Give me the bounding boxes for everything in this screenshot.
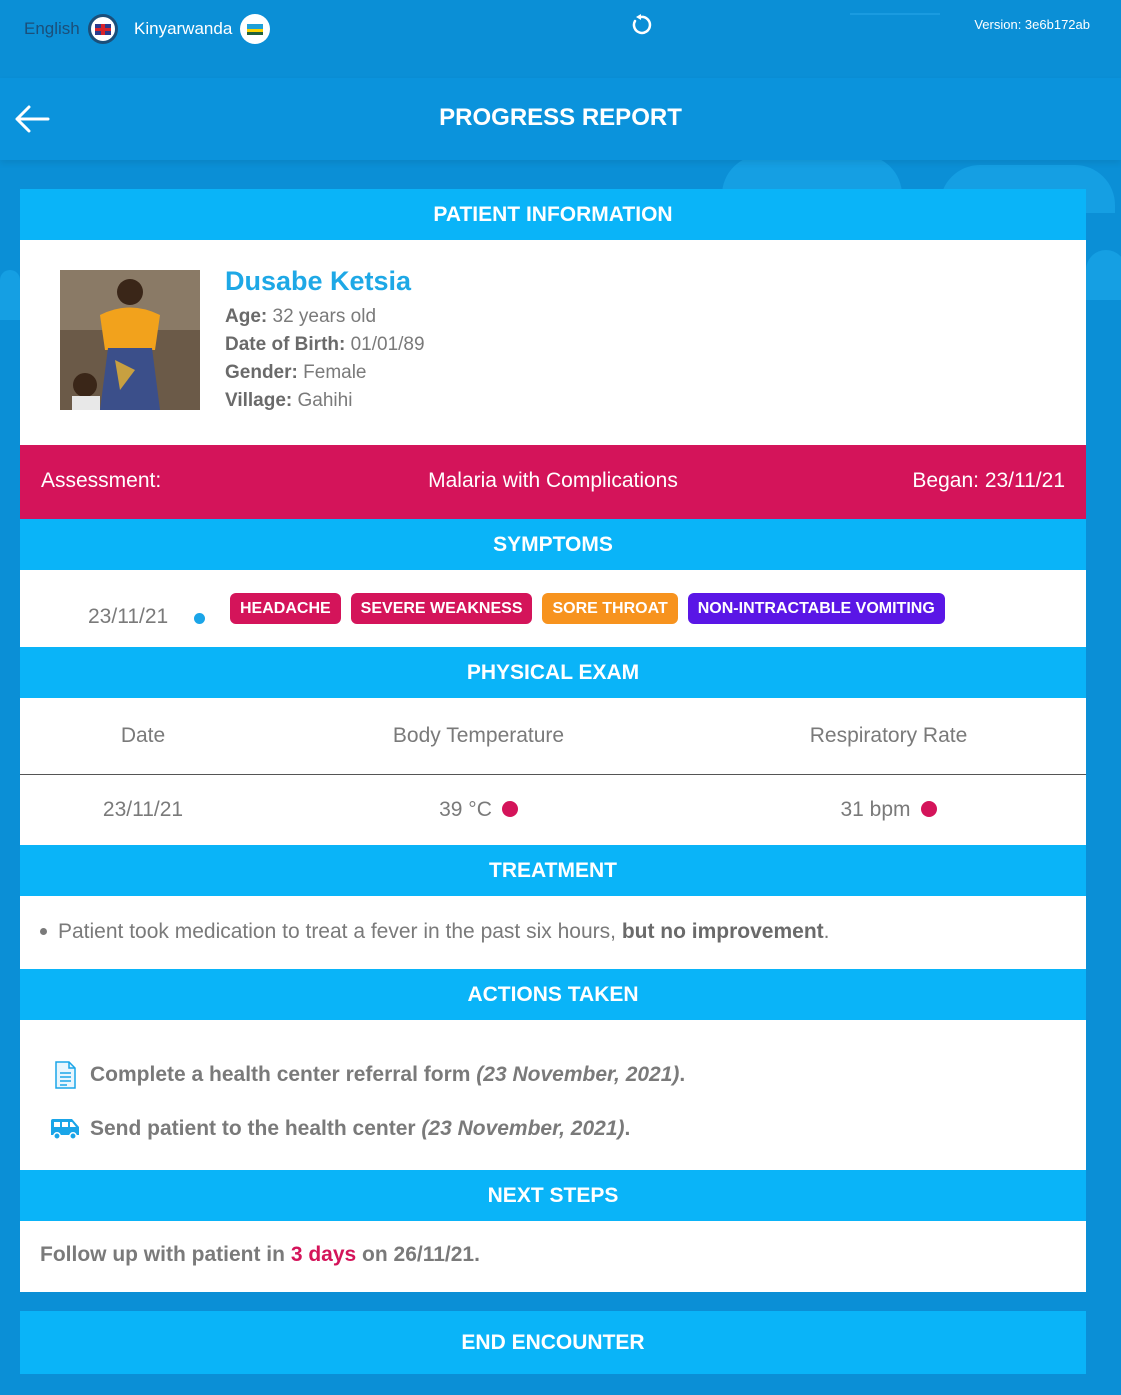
- alert-dot-icon: [501, 801, 518, 817]
- treatment-item: Patient took medication to treat a fever…: [20, 896, 1086, 969]
- van-icon: [50, 1115, 80, 1143]
- patient-info-heading: PATIENT INFORMATION: [20, 189, 1086, 240]
- symptoms-heading: SYMPTOMS: [20, 519, 1086, 570]
- exam-table-header: Date Body Temperature Respiratory Rate: [20, 698, 1086, 775]
- symptom-tags: HEADACHE SEVERE WEAKNESS SORE THROAT NON…: [230, 593, 945, 624]
- patient-name: Dusabe Ketsia: [225, 266, 412, 296]
- list-item: Send patient to the health center (23 No…: [50, 1115, 630, 1143]
- exam-header-date: Date: [120, 724, 166, 747]
- document-icon: [50, 1061, 80, 1089]
- page-header: PROGRESS REPORT: [0, 78, 1121, 160]
- patient-photo: [60, 270, 200, 410]
- rwanda-flag-icon: [240, 14, 271, 44]
- assessment-began: Began: 23/11/21: [912, 469, 1065, 492]
- exam-date: 23/11/21: [102, 798, 184, 821]
- patient-info: Dusabe Ketsia Age: 32 years old Date of …: [20, 240, 1086, 445]
- bullet-icon: [40, 928, 47, 935]
- language-english[interactable]: English: [24, 14, 118, 44]
- symptom-tag: NON-INTRACTABLE VOMITING: [687, 593, 945, 624]
- exam-header-temperature: Body Temperature: [392, 724, 565, 747]
- top-bar: English Kinyarwanda Version: 3e6b172ab: [0, 0, 1121, 78]
- end-encounter-button[interactable]: END ENCOUNTER: [20, 1311, 1086, 1374]
- refresh-icon[interactable]: [630, 14, 652, 36]
- exam-temperature: 39 °C: [266, 798, 691, 822]
- uk-flag-icon: [87, 14, 118, 44]
- patient-gender: Gender: Female: [225, 362, 367, 383]
- patient-village: Village: Gahihi: [225, 390, 353, 411]
- next-steps-text: Follow up with patient in 3 days on 26/1…: [40, 1243, 480, 1266]
- symptom-tag: SORE THROAT: [542, 593, 678, 624]
- language-english-label: English: [24, 19, 80, 38]
- patient-dob: Date of Birth: 01/01/89: [225, 334, 425, 355]
- symptoms-row: 23/11/21 HEADACHE SEVERE WEAKNESS SORE T…: [20, 570, 1086, 647]
- symptom-tag: HEADACHE: [230, 593, 341, 624]
- treatment-heading: TREATMENT: [20, 845, 1086, 896]
- action-text: Send patient to the health center (23 No…: [90, 1117, 631, 1140]
- language-kinyarwanda[interactable]: Kinyarwanda: [134, 14, 271, 44]
- exam-header-respiratory: Respiratory Rate: [809, 724, 968, 747]
- timeline-dot-icon: [194, 613, 205, 624]
- patient-details: Dusabe Ketsia Age: 32 years old Date of …: [225, 266, 425, 415]
- next-steps: Follow up with patient in 3 days on 26/1…: [20, 1221, 1086, 1292]
- exam-respiratory: 31 bpm: [691, 798, 1086, 822]
- next-steps-heading: NEXT STEPS: [20, 1170, 1086, 1221]
- assessment-banner: Assessment: Malaria with Complications B…: [20, 445, 1086, 519]
- language-kinyarwanda-label: Kinyarwanda: [134, 19, 233, 38]
- symptom-tag: SEVERE WEAKNESS: [350, 593, 533, 624]
- physical-exam-heading: PHYSICAL EXAM: [20, 647, 1086, 698]
- symptoms-date: 23/11/21: [88, 605, 169, 628]
- action-text: Complete a health center referral form (…: [90, 1063, 686, 1086]
- report-card: PATIENT INFORMATION Dusabe Ketsia Age: 3…: [20, 189, 1086, 1292]
- page-title: PROGRESS REPORT: [439, 104, 682, 131]
- actions-taken-heading: ACTIONS TAKEN: [20, 969, 1086, 1020]
- table-row: 23/11/21 39 °C 31 bpm: [20, 775, 1086, 845]
- version-label: Version: 3e6b172ab: [974, 17, 1090, 32]
- list-item: Complete a health center referral form (…: [50, 1061, 685, 1089]
- actions-list: Complete a health center referral form (…: [20, 1020, 1086, 1170]
- treatment-text: Patient took medication to treat a fever…: [58, 920, 830, 943]
- alert-dot-icon: [920, 801, 937, 817]
- patient-age: Age: 32 years old: [225, 306, 377, 327]
